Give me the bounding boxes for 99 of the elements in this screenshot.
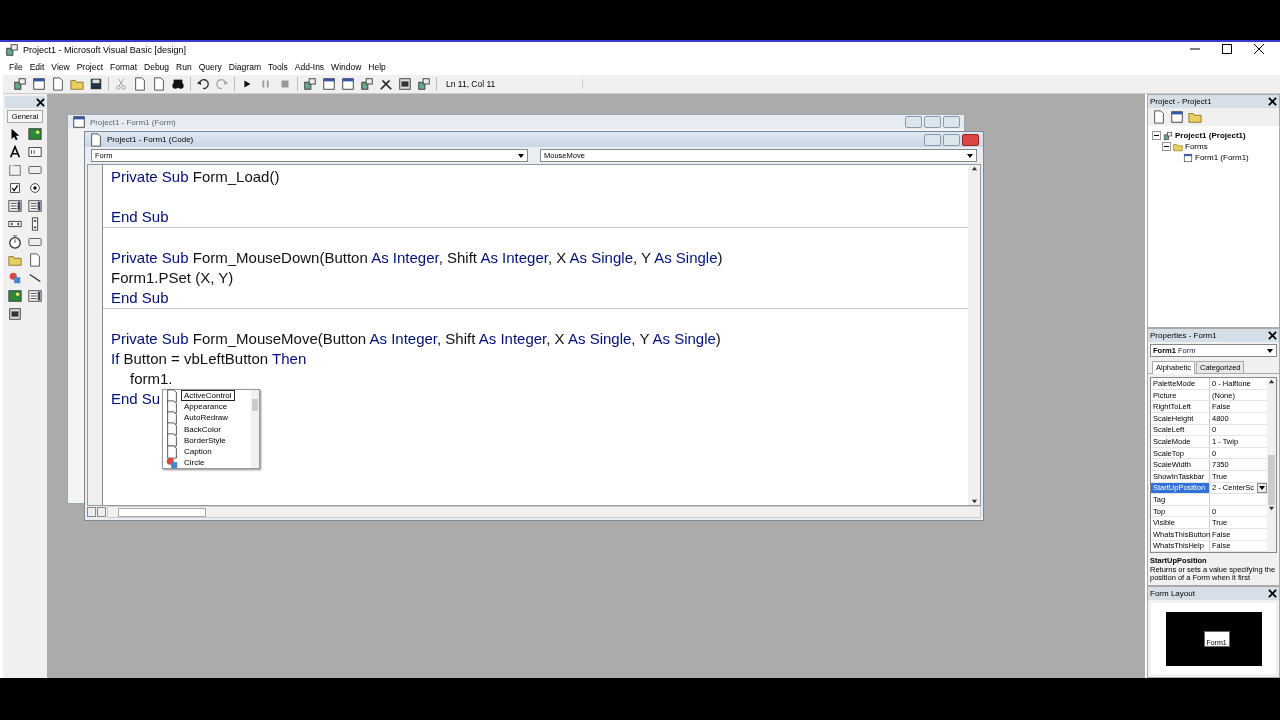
menu-item[interactable]: Diagram	[228, 61, 261, 72]
project-explorer-icon[interactable]	[303, 77, 317, 91]
view-code-icon[interactable]	[1152, 110, 1166, 124]
completion-item[interactable]: ActiveControl	[181, 390, 235, 402]
picture-box-icon[interactable]	[28, 127, 42, 141]
menu-editor-icon[interactable]	[51, 77, 65, 91]
textbox-icon[interactable]	[28, 145, 42, 159]
procedure-view-button[interactable]	[87, 507, 96, 517]
maximize-button[interactable]	[1222, 44, 1234, 56]
tree-item[interactable]: Form1 (Form1)	[1195, 153, 1249, 162]
panel-title: Properties - Form1	[1150, 331, 1217, 341]
completion-item[interactable]: Caption	[181, 446, 215, 458]
timer-icon[interactable]	[8, 235, 22, 249]
window-title: Project1 - Form1 (Code)	[107, 135, 194, 144]
toggle-folders-icon[interactable]	[1188, 110, 1202, 124]
menu-item[interactable]: Help	[368, 61, 386, 72]
close-icon[interactable]	[1268, 331, 1277, 341]
close-button[interactable]	[962, 133, 979, 146]
completion-item[interactable]: BorderStyle	[181, 434, 229, 446]
project-icon	[1163, 130, 1173, 141]
close-icon[interactable]	[1268, 589, 1277, 598]
copy-icon[interactable]	[133, 77, 147, 91]
scrollbar[interactable]	[968, 165, 980, 505]
code-line: Private Sub Form_Load()	[110, 167, 280, 187]
menu-item[interactable]: Query	[198, 61, 222, 72]
window-title: Project1 - Microsoft Visual Basic [design]	[23, 45, 186, 55]
add-form-icon[interactable]	[32, 77, 46, 91]
line-icon[interactable]	[28, 271, 42, 285]
shapes-icon[interactable]	[8, 271, 22, 285]
ole-icon[interactable]	[8, 307, 22, 321]
window-title: Project1 - Form1 (Form)	[90, 117, 176, 127]
menu-item[interactable]: View	[51, 61, 70, 72]
menu-item[interactable]: Project	[76, 61, 104, 72]
menu-item[interactable]: File	[9, 61, 23, 72]
scroll-up-icon[interactable]	[970, 165, 978, 172]
paste-icon[interactable]	[152, 77, 166, 91]
close-icon[interactable]	[36, 97, 45, 107]
menu-item[interactable]: Edit	[29, 61, 45, 72]
completion-item[interactable]: Circle	[181, 457, 208, 469]
data-view-icon[interactable]	[398, 77, 412, 91]
folder-icon	[1173, 141, 1183, 152]
scrollbar[interactable]	[107, 506, 981, 518]
save-icon[interactable]	[89, 77, 103, 91]
code-line: Private Sub Form_MouseMove(Button As Integer, Shift As Integer, X As Single, Y As Single)	[110, 329, 721, 349]
image-icon[interactable]	[8, 289, 22, 303]
tree-item[interactable]: Forms	[1185, 142, 1208, 151]
menu-item[interactable]: Format	[110, 61, 138, 72]
code-line: If Button = vbLeftButton Then	[110, 349, 307, 369]
close-button[interactable]	[1254, 44, 1266, 56]
panel-title: Form Layout	[1150, 589, 1195, 598]
file-icon[interactable]	[28, 253, 42, 267]
menu-item[interactable]: Add-Ins	[294, 61, 325, 72]
menu-item[interactable]: Window	[331, 61, 362, 72]
undo-icon[interactable]	[196, 77, 210, 91]
app-icon	[5, 43, 19, 57]
cursor-position: Ln 11, Col 11	[442, 79, 583, 89]
collapse-icon[interactable]	[1152, 131, 1161, 140]
code-icon	[89, 132, 103, 147]
menu-item[interactable]: Tools	[267, 61, 288, 72]
completion-item[interactable]: AutoRedraw	[181, 412, 232, 424]
button-icon[interactable]	[28, 163, 42, 177]
view-object-icon[interactable]	[1170, 110, 1184, 124]
full-module-view-button[interactable]	[97, 507, 106, 517]
add-project-icon[interactable]	[13, 77, 27, 91]
scroll-up-icon[interactable]	[1268, 378, 1275, 386]
visual-tools-icon[interactable]	[417, 77, 431, 91]
scrollbar[interactable]	[1267, 378, 1276, 553]
panel-title: Project - Project1	[1150, 97, 1212, 106]
binoculars-icon[interactable]	[171, 77, 185, 91]
form-icon	[1183, 152, 1193, 163]
close-icon[interactable]	[1268, 97, 1277, 106]
completion-item[interactable]: BackColor	[181, 423, 224, 435]
menu-item[interactable]: Run	[176, 61, 192, 72]
code-line: End Sub	[110, 207, 169, 227]
data-icon[interactable]	[28, 289, 42, 303]
properties-icon[interactable]	[322, 77, 336, 91]
menu-item[interactable]: Debug	[144, 61, 170, 72]
caret-icon[interactable]	[1266, 346, 1274, 355]
code-line: form1.	[129, 369, 173, 389]
scrollbar[interactable]	[251, 390, 259, 468]
option-icon[interactable]	[28, 181, 42, 195]
code-line: Form1.PSet (X, Y)	[110, 268, 234, 288]
collapse-icon[interactable]	[1162, 142, 1171, 151]
open-folder-icon[interactable]	[70, 77, 84, 91]
label-icon[interactable]	[8, 145, 22, 159]
code-line: End Sub	[110, 288, 169, 308]
checkbox-icon[interactable]	[8, 181, 22, 195]
caret-icon[interactable]	[517, 151, 525, 160]
code-line: End Su	[110, 389, 161, 409]
object-browser-icon[interactable]	[360, 77, 374, 91]
scroll-down-icon[interactable]	[1268, 505, 1275, 513]
listbox-icon[interactable]	[28, 199, 42, 213]
completion-item[interactable]: Appearance	[181, 401, 231, 413]
combo-icon[interactable]	[8, 199, 22, 213]
tools-icon[interactable]	[379, 77, 393, 91]
form-layout-icon[interactable]	[341, 77, 355, 91]
code-line: Private Sub Form_MouseDown(Button As Integer, Shift As Integer, X As Single, Y As Single)	[110, 248, 723, 268]
tree-item[interactable]: Project1 (Project1)	[1175, 131, 1246, 140]
scroll-thumb[interactable]	[1268, 455, 1275, 506]
